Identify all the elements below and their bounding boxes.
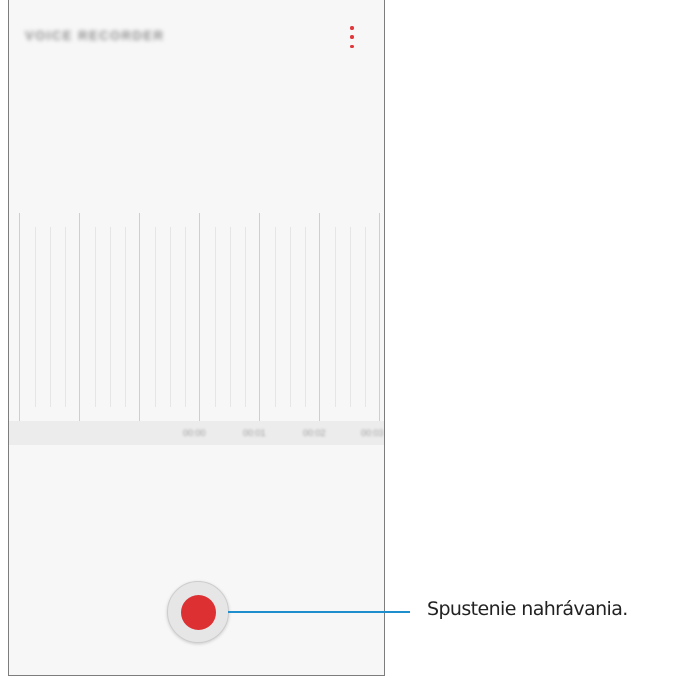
callout-line [228,611,410,613]
record-icon [181,595,216,630]
record-button[interactable] [167,581,229,643]
waveform-area [19,213,384,421]
waveform-segment [139,213,199,421]
waveform-segment [319,213,379,421]
time-label: 00:03 [361,428,384,438]
waveform-segment [79,213,139,421]
more-options-icon[interactable] [345,26,359,48]
timeline-bar: 00:00 00:01 00:02 00:03 [9,421,384,445]
time-label: 00:01 [243,428,266,438]
waveform-segment [199,213,259,421]
voice-recorder-screen: VOICE RECORDER 00:00 00:01 00:02 00:03 [8,0,385,676]
waveform-segment [379,213,384,421]
waveform-segment [19,213,79,421]
waveform-segment [259,213,319,421]
time-label: 00:02 [303,428,326,438]
time-label: 00:00 [183,428,206,438]
callout-label: Spustenie nahrávania. [427,598,628,620]
app-title: VOICE RECORDER [25,28,165,43]
